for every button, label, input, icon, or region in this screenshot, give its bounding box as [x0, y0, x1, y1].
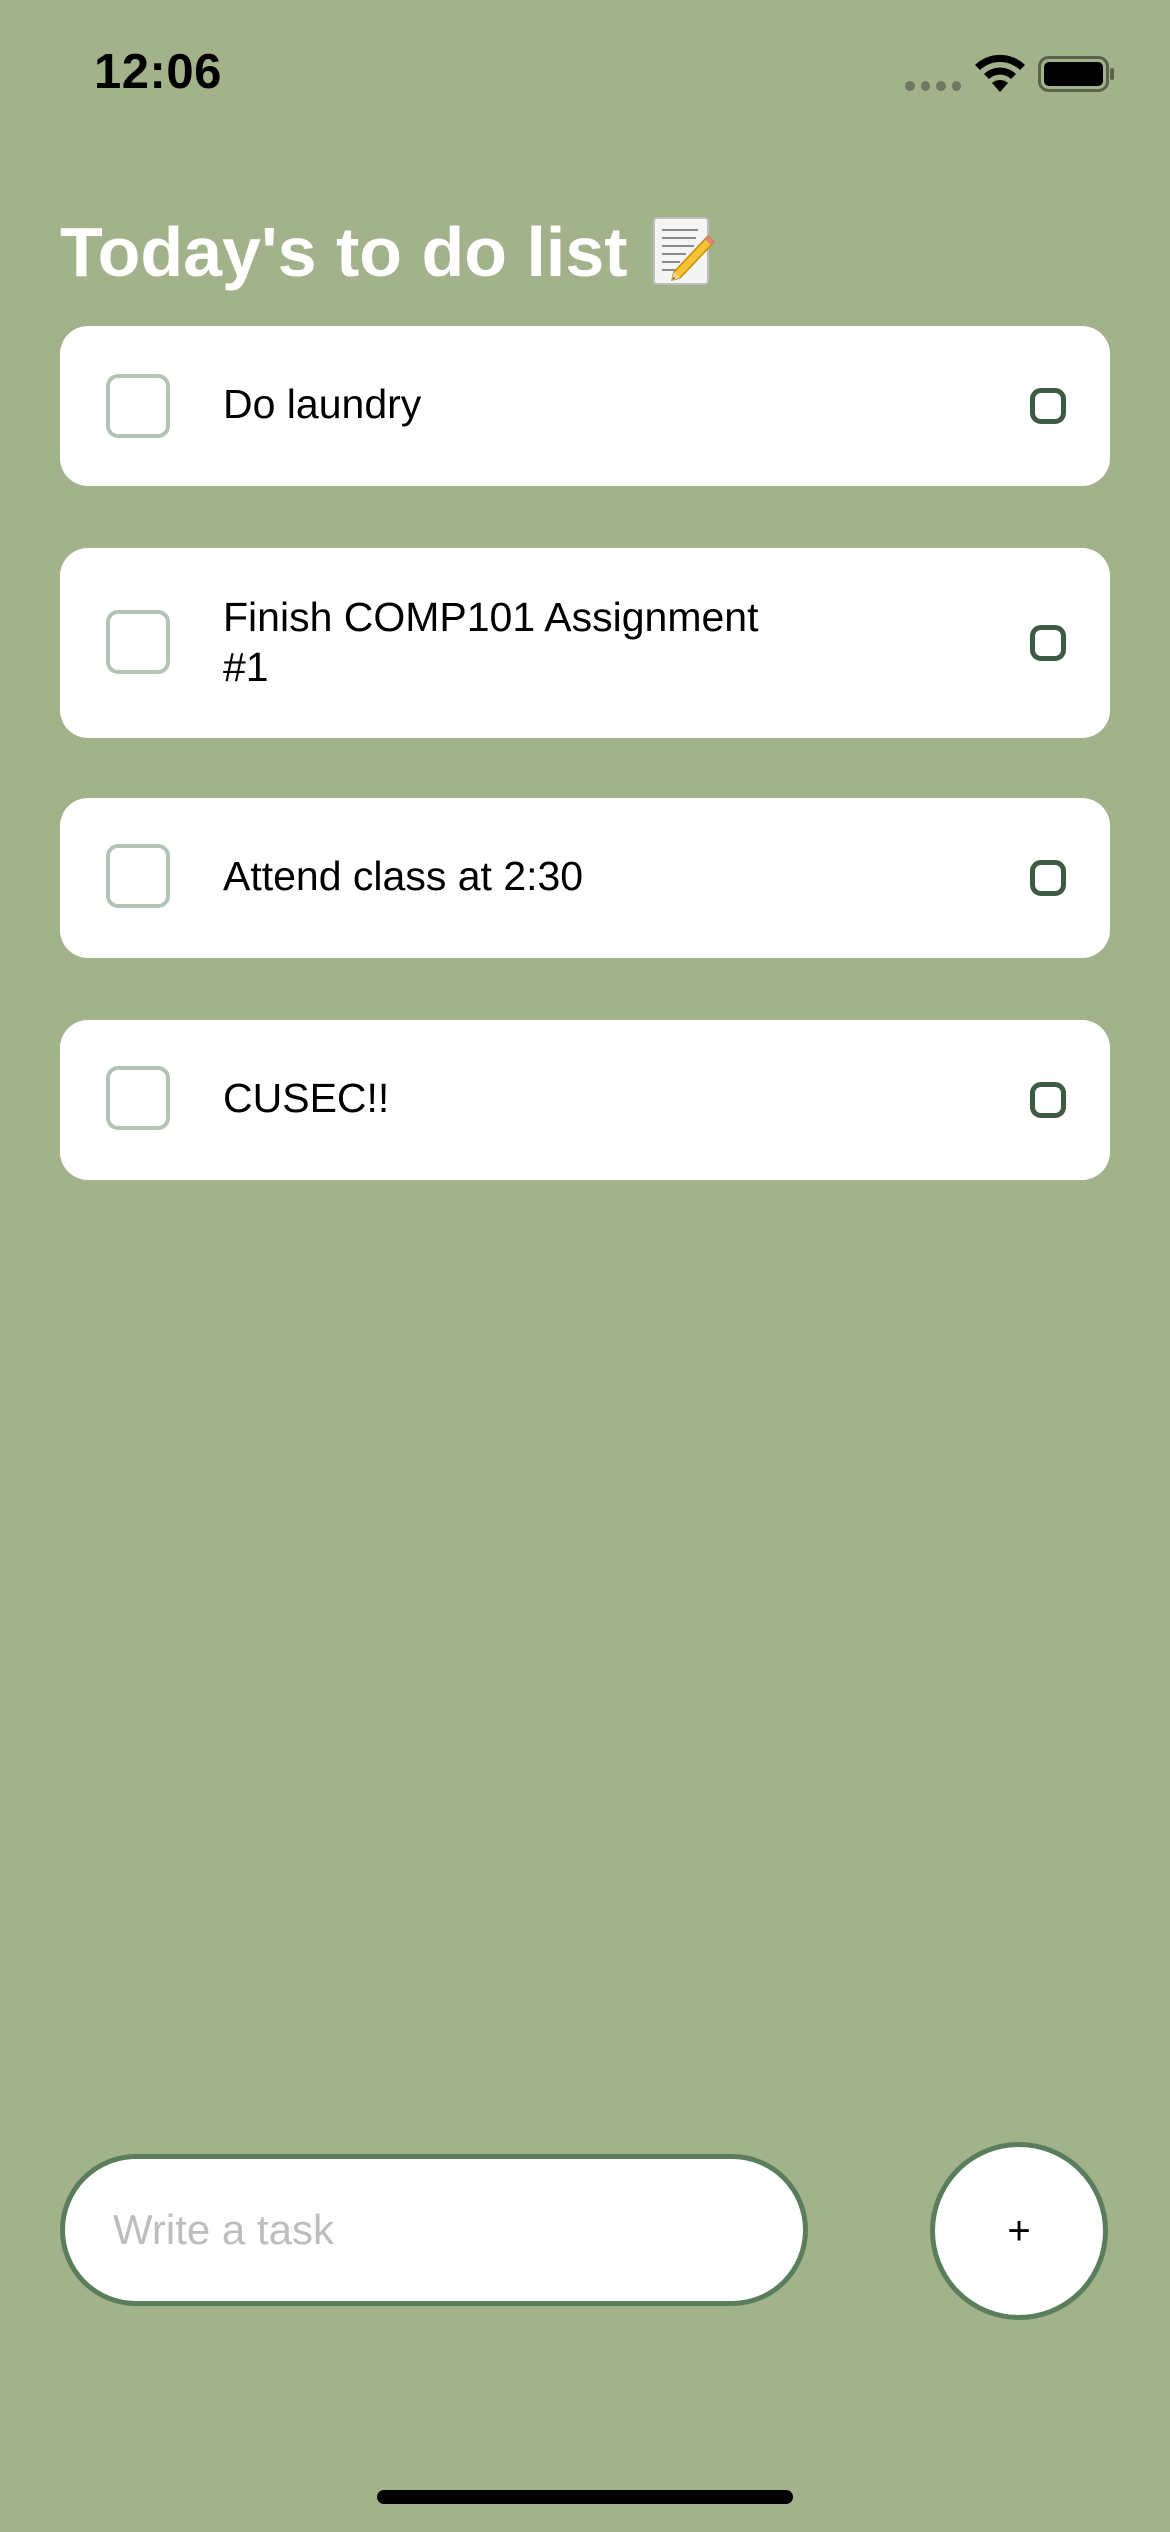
signal-icon [905, 80, 961, 92]
task-checkbox[interactable] [106, 374, 170, 438]
home-indicator[interactable] [377, 2490, 793, 2504]
task-status-ring-icon[interactable] [1030, 860, 1066, 896]
task-status-ring-icon[interactable] [1030, 388, 1066, 424]
task-checkbox[interactable] [106, 1066, 170, 1130]
task-card[interactable]: Finish COMP101 Assignment #1 [60, 548, 1110, 738]
plus-icon: + [1007, 2208, 1031, 2253]
page-title: Today's to do list [60, 212, 716, 292]
task-checkbox[interactable] [106, 610, 170, 674]
memo-icon [650, 216, 716, 288]
task-text: CUSEC!! [223, 1075, 390, 1121]
task-input[interactable] [60, 2154, 808, 2306]
task-text: Attend class at 2:30 [223, 853, 584, 899]
task-card[interactable]: Do laundry [60, 326, 1110, 486]
task-checkbox[interactable] [106, 844, 170, 908]
task-status-ring-icon[interactable] [1030, 625, 1066, 661]
task-text: Do laundry [223, 381, 422, 427]
task-card[interactable]: CUSEC!! [60, 1020, 1110, 1180]
task-card[interactable]: Attend class at 2:30 [60, 798, 1110, 958]
task-status-ring-icon[interactable] [1030, 1082, 1066, 1118]
status-time: 12:06 [94, 45, 222, 99]
page-title-text: Today's to do list [60, 213, 628, 291]
status-bar: 12:06 [0, 0, 1170, 140]
wifi-icon [975, 54, 1025, 92]
task-text: Finish COMP101 Assignment #1 [223, 594, 759, 690]
battery-icon [1038, 56, 1114, 92]
add-task-button[interactable]: + [930, 2142, 1108, 2320]
